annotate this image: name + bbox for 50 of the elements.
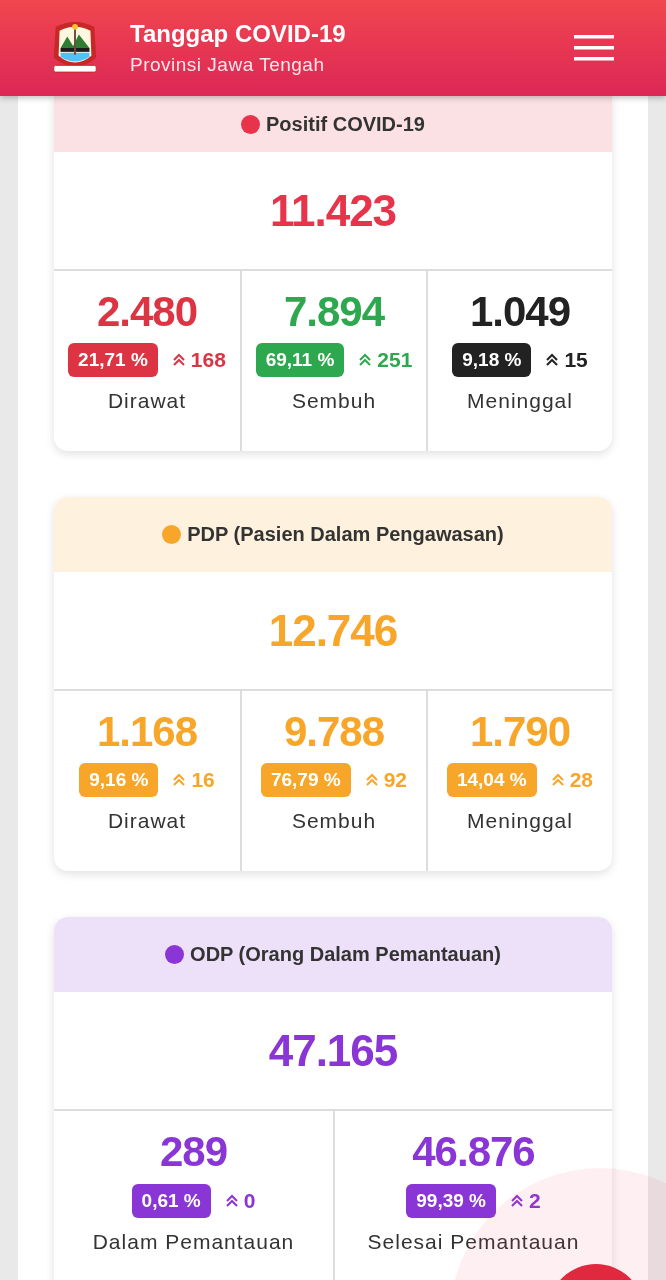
stat-value: 9.788 <box>283 709 385 756</box>
stat-label: Meninggal <box>467 389 573 414</box>
menu-button[interactable] <box>574 35 614 61</box>
stat-value: 2.480 <box>96 289 198 336</box>
percent-badge: 21,71 % <box>68 343 158 378</box>
percent-badge: 76,79 % <box>260 763 351 798</box>
stat-label: Meninggal <box>467 809 573 834</box>
percent-badge: 99,39 % <box>406 1183 496 1218</box>
double-chevron-up-icon <box>364 773 379 788</box>
double-chevron-up-icon <box>358 353 373 368</box>
percent-badge: 0,61 % <box>131 1183 211 1218</box>
stat-value: 1.168 <box>96 709 198 756</box>
increase-count: 28 <box>569 768 594 793</box>
stat-label: Selesai Pemantauan <box>367 1229 580 1254</box>
increase-count: 16 <box>191 768 215 793</box>
stat-label: Dirawat <box>107 389 187 414</box>
stat-value: 1.049 <box>469 289 571 336</box>
double-chevron-up-icon <box>550 773 565 788</box>
menu-icon <box>574 35 614 61</box>
double-chevron-up-icon <box>545 353 560 368</box>
increase-count: 2 <box>529 1188 541 1213</box>
increase-count: 251 <box>377 348 413 373</box>
double-chevron-up-icon <box>171 353 186 368</box>
increase-count: 0 <box>243 1188 256 1213</box>
percent-badge: 69,11 % <box>255 343 345 378</box>
card-title: PDP (Pasien Dalam Pengawasan) <box>187 523 504 547</box>
stat-label: Sembuh <box>291 809 377 834</box>
double-chevron-up-icon <box>224 1193 239 1208</box>
percent-badge: 14,04 % <box>446 763 537 798</box>
increase-count: 15 <box>564 348 588 373</box>
total-count: 11.423 <box>269 185 397 236</box>
card-title: ODP (Orang Dalam Pemantauan) <box>190 943 501 967</box>
total-count: 47.165 <box>268 1025 398 1076</box>
percent-badge: 9,16 % <box>79 763 159 798</box>
percent-badge: 9,18 % <box>452 343 532 378</box>
increase-count: 92 <box>383 768 408 793</box>
card-title: Positif COVID-19 <box>266 112 425 136</box>
total-count: 12.746 <box>268 605 398 656</box>
stat-label: Sembuh <box>291 389 377 414</box>
double-chevron-up-icon <box>510 1193 524 1208</box>
stat-label: Dalam Pemantauan <box>92 1229 295 1254</box>
stat-value: 46.876 <box>412 1129 535 1176</box>
double-chevron-up-icon <box>172 773 187 788</box>
stat-label: Dirawat <box>107 809 187 834</box>
stat-value: 7.894 <box>283 289 385 336</box>
increase-count: 168 <box>190 348 226 373</box>
app-subtitle: Provinsi Jawa Tengah <box>130 54 326 76</box>
stat-value: 1.790 <box>469 709 571 756</box>
stat-value: 289 <box>159 1129 228 1176</box>
app-title: Tanggap COVID-19 <box>130 20 347 48</box>
